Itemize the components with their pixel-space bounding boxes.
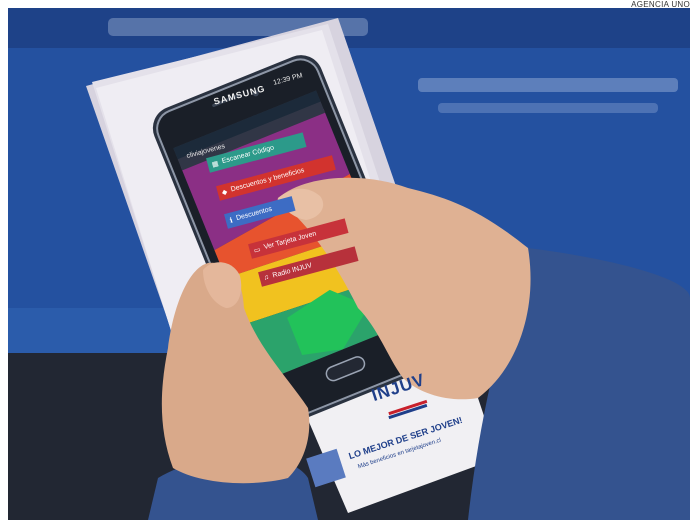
photo-scene: [8, 8, 690, 520]
news-photo: SAMSUNG 12:39 PM cliviajovenes ▦ Escanea…: [8, 8, 690, 520]
grid-icon: ▦: [211, 159, 220, 169]
card-icon: ▭: [253, 245, 262, 255]
blurred-banner-text-2: [438, 103, 658, 113]
info-icon: ℹ: [229, 216, 234, 225]
blurred-banner-text-1: [418, 78, 678, 92]
tag-icon: ◆: [221, 188, 229, 197]
headphones-icon: ♫: [262, 273, 270, 282]
